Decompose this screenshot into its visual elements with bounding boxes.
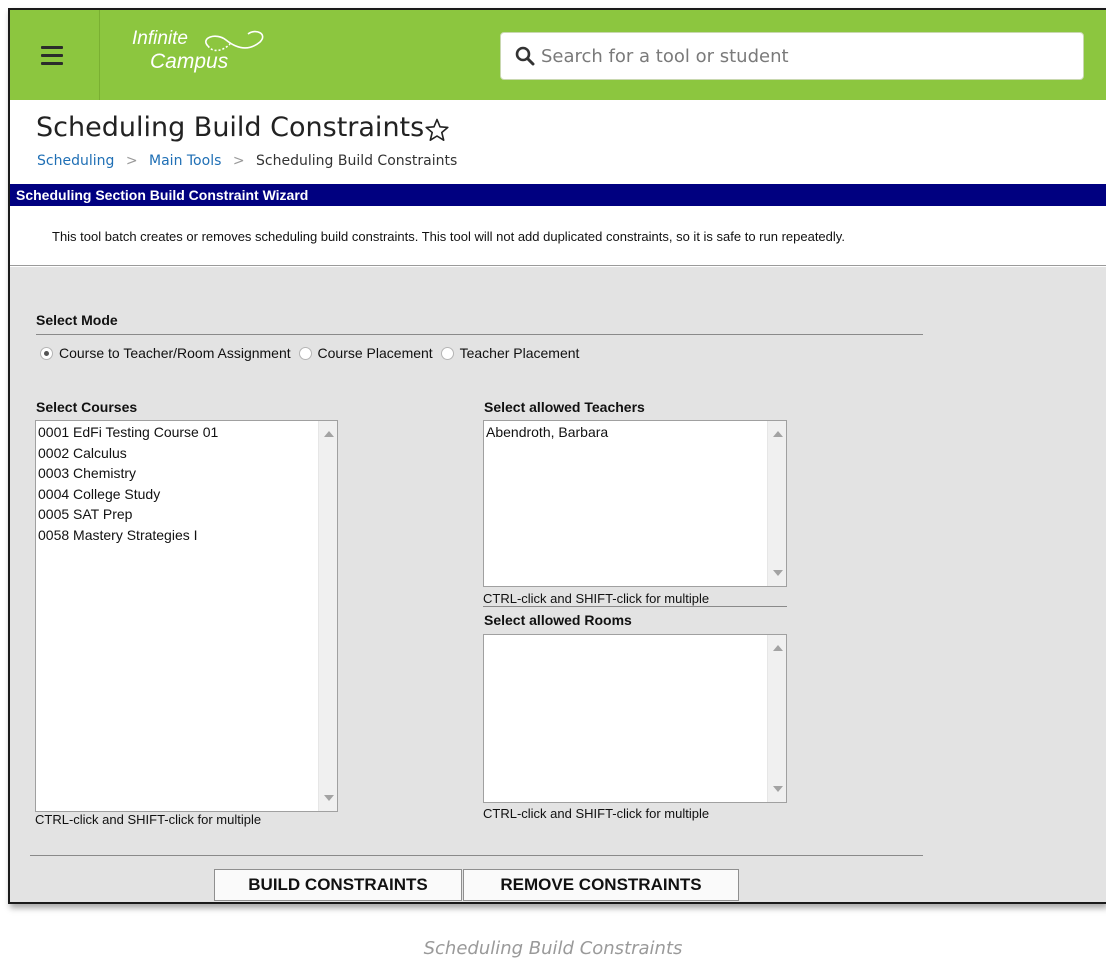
- wizard-description: This tool batch creates or removes sched…: [10, 206, 1106, 266]
- radio-label: Teacher Placement: [459, 345, 580, 361]
- radio-label: Course to Teacher/Room Assignment: [59, 345, 291, 361]
- build-constraints-button[interactable]: BUILD CONSTRAINTS: [214, 869, 462, 901]
- radio-label: Course Placement: [317, 345, 433, 361]
- list-item[interactable]: 0005 SAT Prep: [37, 504, 218, 525]
- logo-text-infinite: Infinite: [132, 28, 188, 49]
- chevron-right-icon: >: [125, 153, 138, 169]
- divider: [30, 855, 923, 856]
- courses-hint: CTRL-click and SHIFT-click for multiple: [35, 812, 262, 827]
- scrollbar[interactable]: [318, 421, 337, 811]
- chevron-right-icon: >: [232, 153, 245, 169]
- scroll-down-icon[interactable]: [773, 570, 783, 576]
- select-teachers-label: Select allowed Teachers: [484, 399, 645, 415]
- divider: [483, 606, 787, 607]
- scroll-down-icon[interactable]: [324, 795, 334, 801]
- search-input[interactable]: [541, 39, 1061, 73]
- list-item[interactable]: 0058 Mastery Strategies I: [37, 525, 218, 546]
- scroll-down-icon[interactable]: [773, 786, 783, 792]
- teachers-hint: CTRL-click and SHIFT-click for multiple: [483, 591, 710, 606]
- scroll-up-icon[interactable]: [773, 431, 783, 437]
- radio-button-checked[interactable]: [40, 346, 53, 360]
- mode-option-course-to-teacher-room[interactable]: Course to Teacher/Room Assignment: [40, 345, 291, 361]
- list-item[interactable]: 0004 College Study: [37, 484, 218, 505]
- page-title: Scheduling Build Constraints: [36, 112, 425, 143]
- mode-radio-group: Course to Teacher/Room Assignment Course…: [40, 345, 583, 363]
- radio-button[interactable]: [440, 346, 454, 360]
- breadcrumb: Scheduling > Main Tools > Scheduling Bui…: [37, 153, 457, 169]
- wizard-body: Select Mode Course to Teacher/Room Assig…: [10, 267, 1106, 902]
- radio-button[interactable]: [298, 346, 312, 360]
- list-item[interactable]: 0002 Calculus: [37, 443, 218, 464]
- rooms-listbox[interactable]: [483, 634, 787, 803]
- scrollbar[interactable]: [767, 635, 786, 802]
- image-caption: Scheduling Build Constraints: [423, 938, 683, 959]
- search-box[interactable]: [500, 32, 1084, 80]
- list-item[interactable]: 0001 EdFi Testing Course 01: [37, 422, 218, 443]
- select-courses-label: Select Courses: [36, 399, 138, 415]
- menu-icon[interactable]: [10, 10, 100, 100]
- top-bar: Infinite Campus: [10, 10, 1106, 100]
- app-window: Infinite Campus Scheduling Build Constra…: [8, 8, 1106, 904]
- mode-option-course-placement[interactable]: Course Placement: [298, 345, 433, 361]
- scrollbar[interactable]: [767, 421, 786, 586]
- infinite-campus-logo: Infinite Campus: [128, 24, 278, 84]
- breadcrumb-main-tools[interactable]: Main Tools: [149, 153, 221, 169]
- list-item[interactable]: 0003 Chemistry: [37, 463, 218, 484]
- scroll-up-icon[interactable]: [324, 431, 334, 437]
- wizard-title-bar: Scheduling Section Build Constraint Wiza…: [10, 184, 1106, 206]
- remove-constraints-button[interactable]: REMOVE CONSTRAINTS: [463, 869, 739, 901]
- courses-listbox[interactable]: 0001 EdFi Testing Course 01 0002 Calculus…: [35, 420, 338, 812]
- teachers-list: Abendroth, Barbara: [485, 422, 608, 443]
- list-item[interactable]: Abendroth, Barbara: [485, 422, 608, 443]
- courses-list: 0001 EdFi Testing Course 01 0002 Calculus…: [37, 422, 218, 545]
- search-icon: [515, 46, 535, 66]
- divider: [36, 334, 923, 335]
- rooms-hint: CTRL-click and SHIFT-click for multiple: [483, 806, 710, 821]
- breadcrumb-current: Scheduling Build Constraints: [256, 153, 458, 169]
- select-rooms-label: Select allowed Rooms: [484, 612, 632, 628]
- scroll-up-icon[interactable]: [773, 645, 783, 651]
- mode-option-teacher-placement[interactable]: Teacher Placement: [440, 345, 580, 361]
- infinity-icon: [205, 30, 264, 52]
- breadcrumb-scheduling[interactable]: Scheduling: [37, 153, 114, 169]
- teachers-listbox[interactable]: Abendroth, Barbara: [483, 420, 787, 587]
- favorite-star-icon[interactable]: [424, 117, 450, 143]
- select-mode-label: Select Mode: [36, 312, 118, 328]
